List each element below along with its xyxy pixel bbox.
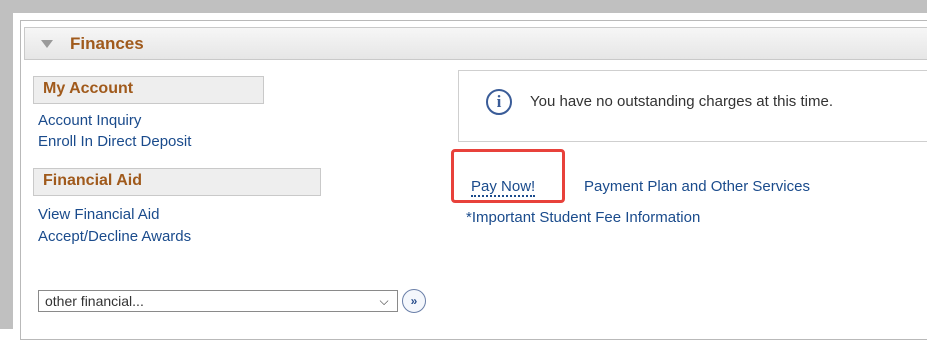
my-account-header: My Account: [33, 76, 264, 104]
no-charges-message: You have no outstanding charges at this …: [530, 93, 833, 110]
go-button[interactable]: »: [402, 289, 426, 313]
collapse-triangle-icon[interactable]: [41, 40, 53, 48]
pay-now-link[interactable]: Pay Now!: [471, 178, 536, 197]
finances-panel-header[interactable]: [24, 27, 927, 60]
info-icon: i: [486, 89, 512, 115]
other-financial-select[interactable]: other financial...: [38, 290, 398, 312]
accept-decline-awards-link[interactable]: Accept/Decline Awards: [38, 228, 191, 245]
window-frame-left: [0, 0, 13, 329]
chevron-down-icon[interactable]: ⌵: [373, 290, 395, 312]
enroll-direct-deposit-link[interactable]: Enroll In Direct Deposit: [38, 133, 191, 150]
panel-title: Finances: [70, 34, 144, 53]
view-financial-aid-link[interactable]: View Financial Aid: [38, 206, 159, 223]
financial-aid-header: Financial Aid: [33, 168, 321, 196]
window-frame-top: [0, 0, 927, 13]
payment-plan-link[interactable]: Payment Plan and Other Services: [584, 178, 810, 195]
account-inquiry-link[interactable]: Account Inquiry: [38, 112, 141, 129]
student-fee-info-link[interactable]: *Important Student Fee Information: [466, 209, 700, 226]
